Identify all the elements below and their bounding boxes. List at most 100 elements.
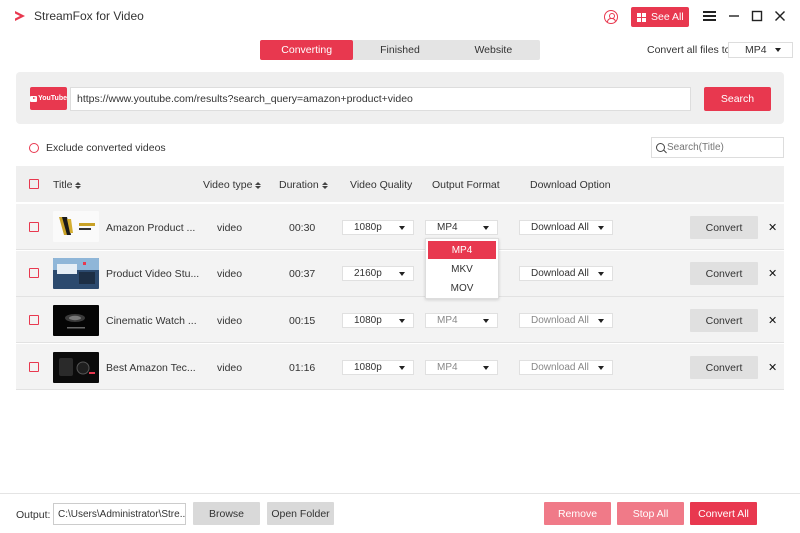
minimize-button[interactable] <box>726 8 742 24</box>
remove-row-icon[interactable]: ✕ <box>768 221 777 234</box>
format-select[interactable]: MP4 <box>425 313 498 328</box>
chevron-down-icon <box>774 48 781 52</box>
app-window: StreamFox for Video See All Converting F… <box>0 0 800 533</box>
header-title[interactable]: Title <box>53 179 82 191</box>
sort-icon <box>321 181 328 189</box>
format-option-mov[interactable]: MOV <box>428 279 496 297</box>
remove-row-icon[interactable]: ✕ <box>768 361 777 374</box>
download-option-value: Download All <box>531 222 589 233</box>
download-option-select[interactable]: Download All <box>519 220 613 235</box>
tab-finished[interactable]: Finished <box>353 40 446 60</box>
convert-button[interactable]: Convert <box>690 309 758 332</box>
format-select[interactable]: MP4 <box>425 220 498 235</box>
chevron-down-icon <box>399 225 405 230</box>
quality-select[interactable]: 1080p <box>342 313 414 328</box>
close-button[interactable] <box>772 8 788 24</box>
quality-value: 1080p <box>354 362 382 373</box>
row-title: Best Amazon Tec... <box>106 362 196 374</box>
video-thumbnail[interactable] <box>53 305 99 336</box>
tab-website[interactable]: Website <box>447 40 540 60</box>
url-input[interactable] <box>70 87 691 111</box>
row-video-type: video <box>217 315 243 327</box>
row-video-type: video <box>217 222 243 234</box>
row-title: Product Video Stu... <box>106 268 200 280</box>
row-duration: 00:37 <box>289 268 316 280</box>
chevron-down-icon <box>598 365 604 370</box>
video-thumbnail[interactable] <box>53 211 99 242</box>
header-video-type-label: Video type <box>203 179 253 191</box>
header-duration[interactable]: Duration <box>279 179 328 191</box>
video-thumbnail[interactable] <box>53 352 99 383</box>
convert-all-button[interactable]: Convert All <box>690 502 757 525</box>
title-search-box[interactable] <box>651 137 784 158</box>
search-button[interactable]: Search <box>704 87 771 111</box>
main-tabs: Converting Finished Website <box>260 40 540 60</box>
maximize-icon <box>751 10 763 22</box>
convert-all-format-value: MP4 <box>745 44 767 56</box>
exclude-converted-radio[interactable] <box>29 143 39 153</box>
chevron-down-icon <box>598 271 604 276</box>
download-option-value: Download All <box>531 315 589 326</box>
quality-select[interactable]: 1080p <box>342 220 414 235</box>
convert-all-label: Convert all files to: <box>647 44 734 56</box>
row-duration: 00:30 <box>289 222 316 234</box>
format-option-mkv[interactable]: MKV <box>428 260 496 278</box>
remove-button[interactable]: Remove <box>544 502 611 525</box>
play-icon <box>30 95 38 102</box>
minimize-icon <box>729 15 739 17</box>
download-option-select[interactable]: Download All <box>519 313 613 328</box>
remove-row-icon[interactable]: ✕ <box>768 314 777 327</box>
chevron-down-icon <box>399 271 405 276</box>
close-icon <box>775 11 785 21</box>
chevron-down-icon <box>399 365 405 370</box>
row-checkbox[interactable] <box>29 315 39 325</box>
user-account-icon[interactable] <box>604 10 618 24</box>
download-option-select[interactable]: Download All <box>519 360 613 375</box>
chevron-down-icon <box>483 365 489 370</box>
convert-button[interactable]: Convert <box>690 356 758 379</box>
header-download-option: Download Option <box>530 179 611 191</box>
row-checkbox[interactable] <box>29 268 39 278</box>
chevron-down-icon <box>483 225 489 230</box>
exclude-converted-label: Exclude converted videos <box>46 142 166 154</box>
video-thumbnail[interactable] <box>53 258 99 289</box>
format-option-mp4[interactable]: MP4 <box>428 241 496 259</box>
format-value: MP4 <box>437 362 458 373</box>
youtube-source-icon[interactable]: YouTube <box>30 87 67 110</box>
maximize-button[interactable] <box>749 8 765 24</box>
chevron-down-icon <box>483 318 489 323</box>
header-output-format: Output Format <box>432 179 500 191</box>
convert-all-format-select[interactable]: MP4 <box>728 42 793 58</box>
quality-value: 1080p <box>354 222 382 233</box>
row-duration: 00:15 <box>289 315 316 327</box>
browse-button[interactable]: Browse <box>193 502 260 525</box>
stop-all-button[interactable]: Stop All <box>617 502 684 525</box>
header-duration-label: Duration <box>279 179 319 191</box>
tab-converting[interactable]: Converting <box>260 40 354 60</box>
footer-divider <box>0 493 800 494</box>
app-title: StreamFox for Video <box>34 9 144 23</box>
title-search-input[interactable] <box>667 142 777 153</box>
format-select[interactable]: MP4 <box>425 360 498 375</box>
header-video-type[interactable]: Video type <box>203 179 262 191</box>
open-folder-button[interactable]: Open Folder <box>267 502 334 525</box>
grid-icon <box>637 12 646 22</box>
row-checkbox[interactable] <box>29 222 39 232</box>
convert-button[interactable]: Convert <box>690 262 758 285</box>
menu-icon[interactable] <box>701 8 717 24</box>
format-value: MP4 <box>437 222 458 233</box>
row-checkbox[interactable] <box>29 362 39 372</box>
row-title: Amazon Product ... <box>106 222 196 234</box>
see-all-button[interactable]: See All <box>631 7 689 27</box>
format-value: MP4 <box>437 315 458 326</box>
quality-select[interactable]: 1080p <box>342 360 414 375</box>
header-video-quality: Video Quality <box>350 179 413 191</box>
row-duration: 01:16 <box>289 362 316 374</box>
convert-button[interactable]: Convert <box>690 216 758 239</box>
download-option-select[interactable]: Download All <box>519 266 613 281</box>
chevron-down-icon <box>598 225 604 230</box>
select-all-checkbox[interactable] <box>29 179 39 189</box>
output-path-input[interactable] <box>53 503 186 525</box>
remove-row-icon[interactable]: ✕ <box>768 267 777 280</box>
quality-select[interactable]: 2160p <box>342 266 414 281</box>
